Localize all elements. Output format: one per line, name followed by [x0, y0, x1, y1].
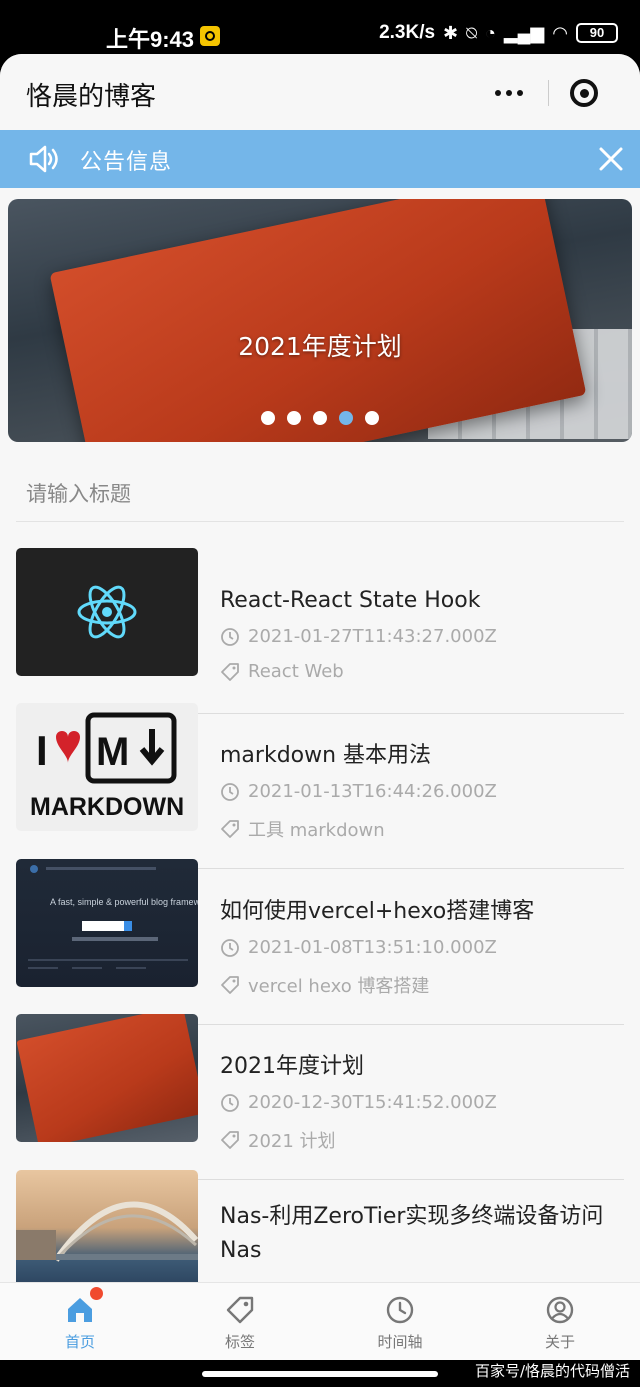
tag-icon — [221, 976, 239, 994]
notice-bar[interactable]: 公告信息 — [0, 130, 640, 188]
clock-icon — [221, 1093, 239, 1112]
post-date-text: 2021-01-08T13:51:10.000Z — [248, 937, 497, 958]
post-tags: vercel hexo 博客搭建 — [220, 972, 429, 998]
post-date: 2021-01-13T16:44:26.000Z — [220, 781, 497, 802]
markdown-logo-icon: I M MARKDOWN — [30, 712, 184, 821]
post-thumbnail — [16, 1014, 198, 1142]
carousel-dot[interactable] — [313, 411, 327, 425]
post-thumbnail — [16, 1170, 198, 1298]
post-thumbnail — [16, 548, 198, 676]
mini-program-capsule — [470, 71, 620, 115]
post-title: markdown 基本用法 — [220, 743, 432, 768]
tag-icon — [221, 820, 239, 838]
more-button[interactable] — [470, 71, 548, 115]
carousel-dot[interactable] — [261, 411, 275, 425]
app-notification-icon — [200, 26, 220, 46]
home-icon — [68, 1298, 92, 1322]
signal-icon: ▂▄▆ — [503, 22, 545, 43]
carousel-dot-active[interactable] — [339, 411, 353, 425]
divider — [16, 521, 624, 522]
banner-carousel[interactable]: 2021年度计划 — [8, 199, 632, 442]
svg-text:MARKDOWN: MARKDOWN — [30, 793, 184, 821]
post-title: 2021年度计划 — [220, 1054, 364, 1079]
hexo-site-screenshot: A fast, simple & powerful blog framework — [28, 865, 198, 969]
notice-text: 公告信息 — [80, 150, 173, 175]
carousel-dot[interactable] — [287, 411, 301, 425]
tab-timeline[interactable]: 时间轴 — [320, 1283, 480, 1360]
tab-bar: 首页 标签 时间轴 关于 — [0, 1282, 640, 1360]
more-dot-icon — [506, 90, 512, 96]
close-icon[interactable] — [596, 144, 626, 174]
page-title: 恪晨的博客 — [26, 82, 157, 112]
post-tags-text: vercel hexo 博客搭建 — [248, 976, 430, 997]
post-tags-text: React Web — [248, 661, 344, 682]
navbar: 恪晨的博客 — [0, 54, 640, 130]
watermark: 百家号/恪晨的代码僧活 — [474, 1362, 630, 1380]
svg-text:I: I — [36, 727, 48, 774]
alarm-icon: ◔ — [484, 22, 496, 43]
bridge-image — [16, 1201, 198, 1262]
tab-home[interactable]: 首页 — [0, 1283, 160, 1360]
speaker-icon — [29, 145, 58, 173]
tag-icon — [226, 1296, 254, 1324]
tab-label: 时间轴 — [377, 1333, 423, 1351]
svg-text:M: M — [96, 730, 129, 774]
search-bar — [0, 464, 640, 522]
tag-icon — [221, 662, 239, 681]
clock-icon — [386, 1296, 414, 1324]
tab-tags[interactable]: 标签 — [160, 1283, 320, 1360]
clock-icon — [221, 782, 239, 801]
carousel-indicators — [8, 411, 632, 425]
post-item[interactable]: I M MARKDOWN markdown 基本用法 2021-01-13T16… — [16, 703, 624, 869]
post-tags-text: 2021 计划 — [248, 1131, 336, 1152]
post-date: 2020-12-30T15:41:52.000Z — [220, 1092, 497, 1113]
clock-icon — [221, 938, 239, 957]
post-date: 2021-01-08T13:51:10.000Z — [220, 937, 497, 958]
more-dot-icon — [495, 90, 501, 96]
tag-icon — [221, 1131, 239, 1149]
post-thumbnail: A fast, simple & powerful blog framework — [16, 859, 198, 987]
post-item[interactable]: A fast, simple & powerful blog framework… — [16, 859, 624, 1025]
home-indicator[interactable] — [202, 1371, 438, 1377]
battery-icon: 90 — [576, 23, 618, 43]
post-tags: 2021 计划 — [220, 1127, 336, 1153]
user-icon — [546, 1296, 574, 1324]
carousel-dot[interactable] — [365, 411, 379, 425]
mute-icon: ⍉ — [466, 22, 477, 43]
post-date: 2021-01-27T11:43:27.000Z — [220, 626, 497, 647]
wifi-icon: ◠ — [552, 22, 568, 43]
post-item[interactable]: React-React State Hook 2021-01-27T11:43:… — [16, 548, 624, 714]
target-icon — [570, 79, 598, 107]
tab-about[interactable]: 关于 — [480, 1283, 640, 1360]
search-input[interactable] — [26, 474, 606, 514]
post-title: 如何使用vercel+hexo搭建博客 — [220, 899, 535, 924]
post-date-text: 2021-01-13T16:44:26.000Z — [248, 781, 497, 802]
more-dot-icon — [517, 90, 523, 96]
exit-button[interactable] — [549, 71, 619, 115]
post-title: Nas-利用ZeroTier实现多终端设备访问Nas — [220, 1204, 604, 1263]
post-title: React-React State Hook — [220, 588, 481, 613]
banner-image-book — [49, 199, 587, 442]
tab-label: 标签 — [224, 1333, 255, 1351]
tab-label: 首页 — [64, 1333, 95, 1351]
post-tags: React Web — [220, 661, 344, 682]
network-speed: 2.3K/s — [379, 22, 436, 43]
clock-icon — [221, 627, 239, 646]
react-logo-icon — [77, 585, 137, 639]
post-tags: 工具 markdown — [220, 816, 385, 842]
banner-title: 2021年度计划 — [238, 332, 402, 361]
post-item[interactable]: 2021年度计划 2020-12-30T15:41:52.000Z 2021 计… — [16, 1014, 624, 1180]
post-date-text: 2021-01-27T11:43:27.000Z — [248, 626, 497, 647]
app-window: 恪晨的博客 公告信息 2021年度计划 请输入标题 React-React St… — [0, 54, 640, 1360]
post-thumbnail: I M MARKDOWN — [16, 703, 198, 831]
post-tags-text: 工具 markdown — [248, 820, 385, 841]
status-time: 上午9:43 — [106, 27, 195, 52]
tab-label: 关于 — [544, 1333, 575, 1351]
post-date-text: 2020-12-30T15:41:52.000Z — [248, 1092, 497, 1113]
bluetooth-icon: ✱ — [443, 22, 459, 43]
book-image — [16, 1014, 198, 1142]
notification-dot — [90, 1287, 103, 1300]
status-indicators: 2.3K/s ✱ ⍉ ◔ ▂▄▆ ◠ 90 — [379, 22, 618, 44]
hexo-tagline: A fast, simple & powerful blog framework — [50, 897, 198, 907]
